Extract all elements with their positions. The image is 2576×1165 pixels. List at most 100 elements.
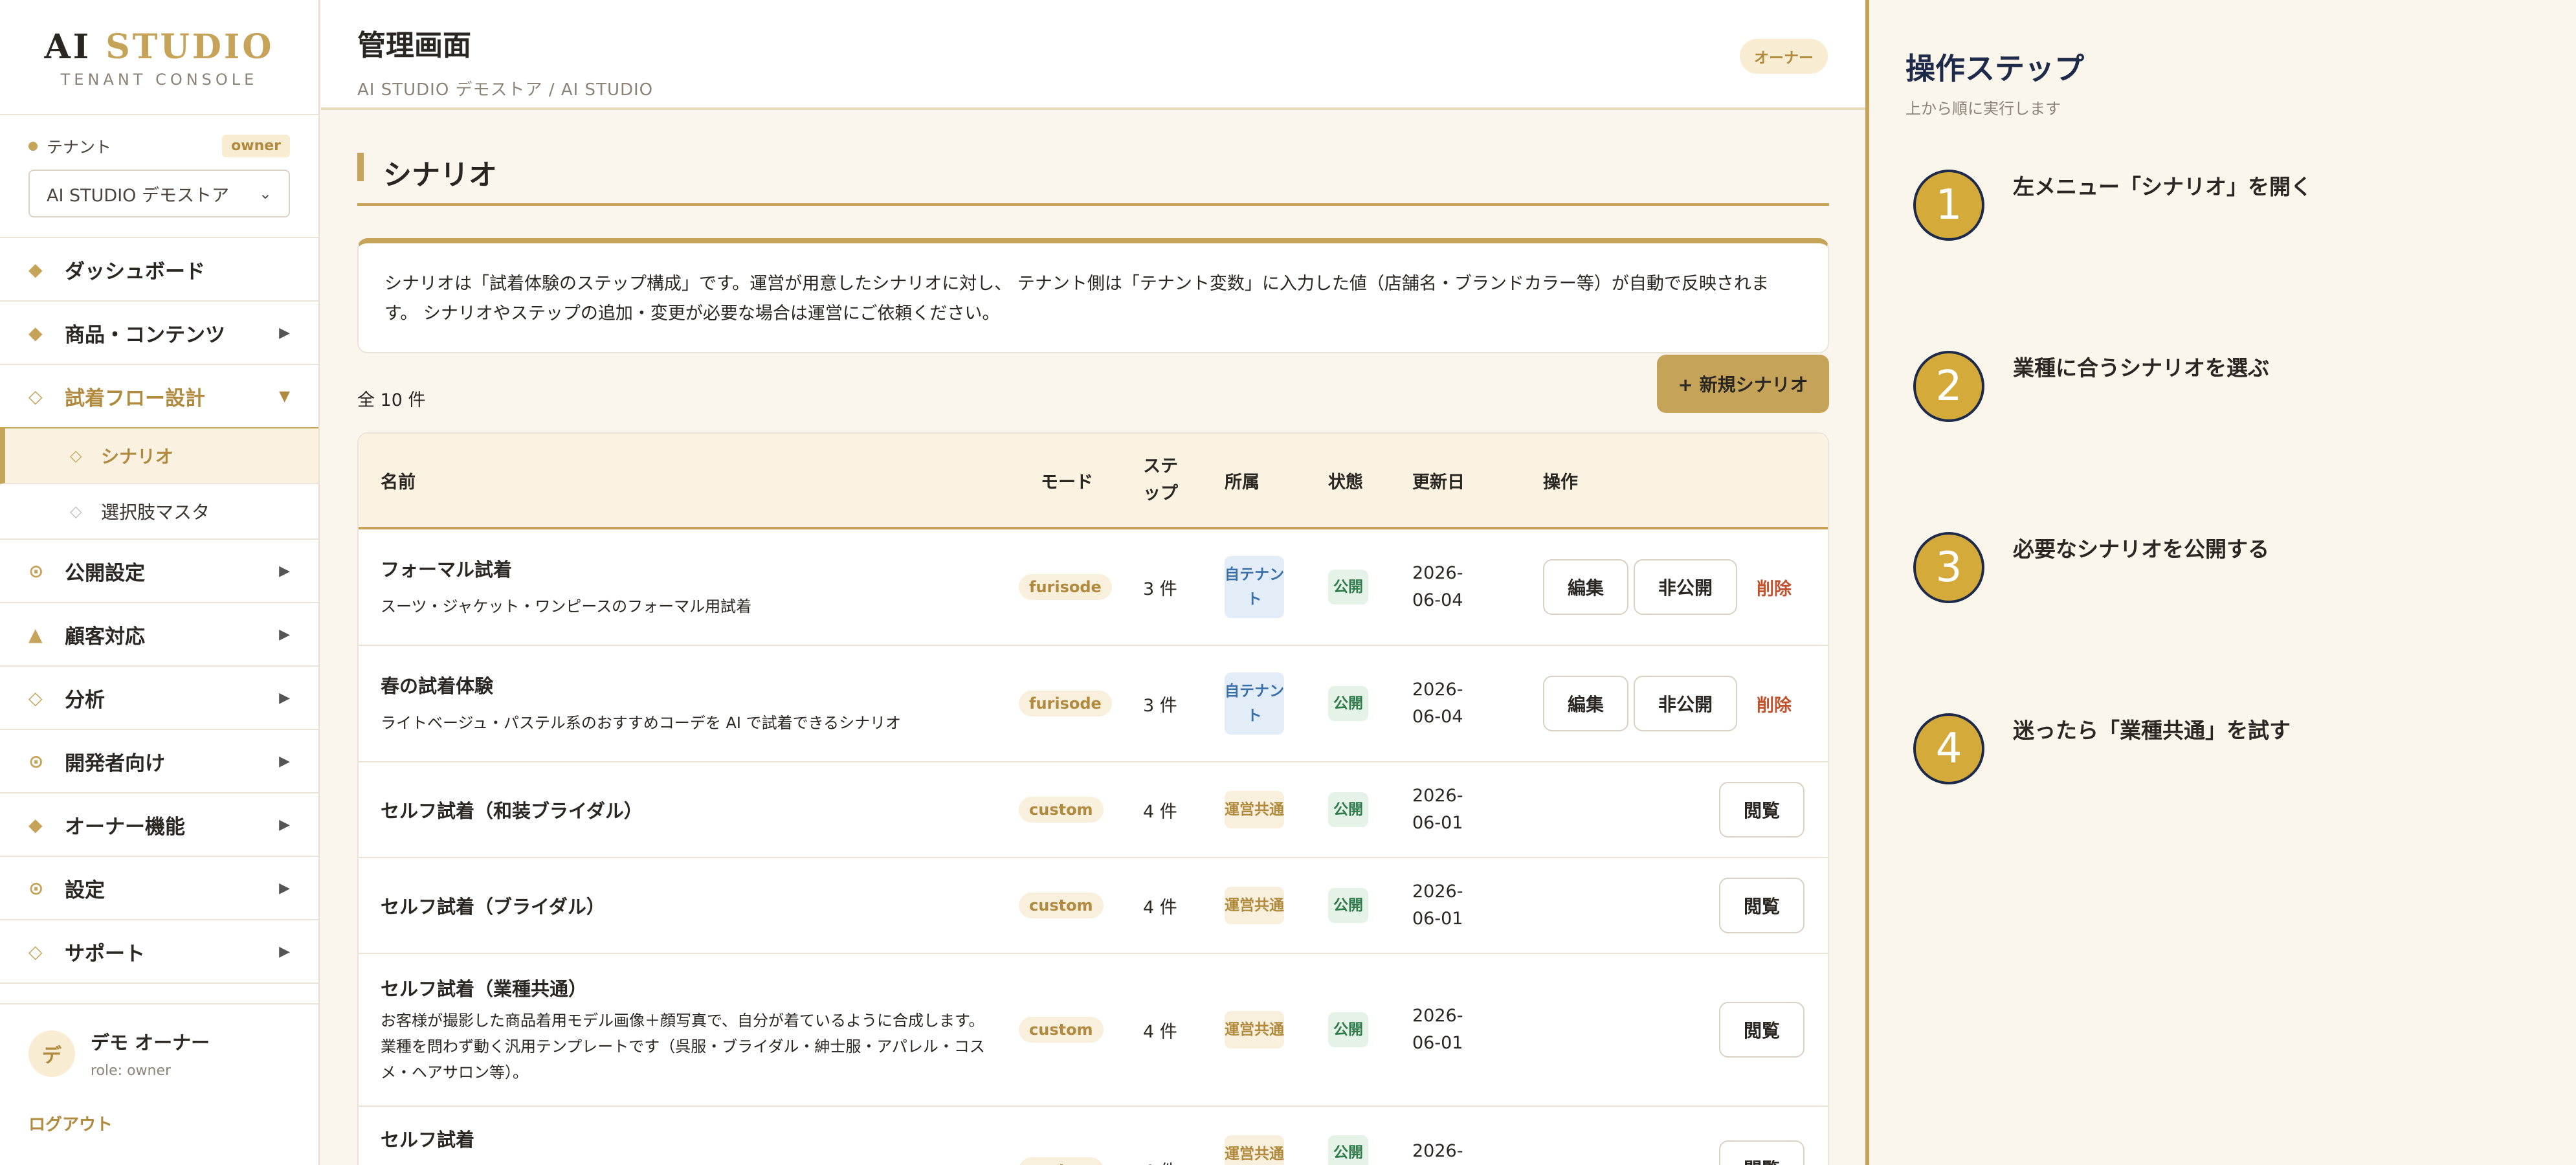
row-desc: スーツ・ジャケット・ワンピースのフォーマル用試着 <box>381 597 752 616</box>
nav-products-label: 商品・コンテンツ <box>65 323 225 347</box>
expand-arrow-icon: ▶ <box>279 689 290 706</box>
nav-support[interactable]: ◇ サポート ▶ <box>0 920 318 984</box>
step-count: 3 件 <box>1143 695 1177 716</box>
step-text: 業種に合うシナリオを選ぶ <box>2013 355 2269 381</box>
step-count: 4 件 <box>1143 801 1177 822</box>
circle-dot-icon: ⊙ <box>28 560 44 582</box>
user-row: デ デモ オーナー role: owner <box>28 1028 290 1079</box>
table-row: 春の試着体験 ライトベージュ・パステル系のおすすめコーデを AI で試着できるシ… <box>359 646 1828 762</box>
col-updated[interactable]: 更新日 <box>1412 468 1521 493</box>
step-text: 必要なシナリオを公開する <box>2013 537 2269 562</box>
status-badge: 公開 <box>1328 686 1368 721</box>
section-header: シナリオ <box>357 151 1829 206</box>
owner-badge: 運営共通 <box>1225 791 1284 828</box>
nav-developers-label: 開発者向け <box>65 751 165 775</box>
col-steps[interactable]: ステップ <box>1143 453 1188 507</box>
mode-badge: furisode <box>1019 574 1112 600</box>
view-button[interactable]: 閲覧 <box>1719 1140 1804 1165</box>
expand-arrow-icon: ▶ <box>279 943 290 960</box>
step-number: 3 <box>1913 532 1984 603</box>
circle-dot-icon: ⊙ <box>28 750 44 772</box>
mode-badge: custom <box>1019 893 1104 918</box>
chevron-down-icon: ⌄ <box>258 184 272 203</box>
mode-badge: custom <box>1019 1157 1104 1165</box>
nav-analytics[interactable]: ◇ 分析 ▶ <box>0 667 318 730</box>
expand-arrow-icon: ▶ <box>279 626 290 643</box>
expand-arrow-icon: ▶ <box>279 880 290 896</box>
breadcrumb: AI STUDIO デモストア / AI STUDIO <box>357 80 654 100</box>
row-actions: 閲覧 <box>1521 782 1828 838</box>
view-button[interactable]: 閲覧 <box>1719 1002 1804 1058</box>
updated-date: 2026-06-01 <box>1412 1006 1463 1053</box>
brand-logo[interactable]: AI STUDIO <box>0 27 318 67</box>
nav-developers[interactable]: ⊙ 開発者向け ▶ <box>0 730 318 793</box>
topbar: 管理画面 AI STUDIO デモストア / AI STUDIO オーナー <box>321 0 1865 110</box>
step-item: 1 左メニュー「シナリオ」を開く <box>1913 170 2312 241</box>
triangle-icon: ▲ <box>28 623 43 645</box>
cell-name: セルフ試着（和装ブライダル） <box>359 796 1019 823</box>
nav-owner-features[interactable]: ◆ オーナー機能 ▶ <box>0 793 318 857</box>
brand: AI STUDIO TENANT CONSOLE <box>0 0 318 115</box>
nav-customers-label: 顧客対応 <box>65 625 145 649</box>
owner-badge: 運営共通 <box>1225 887 1284 924</box>
list-toolbar: 全 10 件 + 新規シナリオ <box>357 355 1829 432</box>
nav-sub-option-master-label: 選択肢マスタ <box>101 502 210 523</box>
col-name[interactable]: 名前 <box>359 468 1019 493</box>
tenant-select[interactable]: AI STUDIO デモストア ⌄ <box>28 170 290 217</box>
step-item: 4 迷ったら「業種共通」を試す <box>1913 713 2291 784</box>
row-name[interactable]: セルフ試着（和装ブライダル） <box>381 796 1019 823</box>
step-count: 4 件 <box>1143 1021 1177 1042</box>
table-row: セルフ試着 custom 4 件 運営共通 公開 2026- 閲覧 <box>359 1107 1828 1165</box>
new-scenario-button[interactable]: + 新規シナリオ <box>1657 355 1829 413</box>
nav-dashboard-label: ダッシュボード <box>65 260 205 283</box>
nav-customers[interactable]: ▲ 顧客対応 ▶ <box>0 603 318 667</box>
mode-badge: furisode <box>1019 691 1112 716</box>
view-button[interactable]: 閲覧 <box>1719 878 1804 933</box>
role-pill: オーナー <box>1740 39 1828 74</box>
row-name[interactable]: セルフ試着（ブライダル） <box>381 892 1019 919</box>
nav-sub-scenario[interactable]: ◇ シナリオ <box>0 428 318 484</box>
updated-date: 2026-06-01 <box>1412 786 1463 833</box>
expand-arrow-icon: ▶ <box>279 816 290 833</box>
step-text: 左メニュー「シナリオ」を開く <box>2013 174 2312 199</box>
delete-link[interactable]: 削除 <box>1757 575 1792 600</box>
nav-settings[interactable]: ⊙ 設定 ▶ <box>0 857 318 920</box>
user-role: role: owner <box>91 1063 172 1079</box>
diamond-outline-icon: ◇ <box>70 447 82 465</box>
diamond-filled-icon: ◆ <box>28 258 43 280</box>
view-button[interactable]: 閲覧 <box>1719 782 1804 838</box>
col-mode[interactable]: モード <box>1019 468 1143 493</box>
nav-owner-features-label: オーナー機能 <box>65 815 185 839</box>
edit-button[interactable]: 編集 <box>1543 559 1628 615</box>
nav-dashboard[interactable]: ◆ ダッシュボード <box>0 238 318 302</box>
nav-publish[interactable]: ⊙ 公開設定 ▶ <box>0 540 318 603</box>
user-name: デモ オーナー <box>91 1032 210 1054</box>
owner-badge: 運営共通 <box>1225 1011 1284 1048</box>
info-card: シナリオは「試着体験のステップ構成」です。運営が用意したシナリオに対し、 テナン… <box>357 238 1829 353</box>
expand-arrow-icon: ▶ <box>279 753 290 770</box>
row-name[interactable]: セルフ試着（業種共通） <box>381 974 999 1001</box>
nav-sub-option-master[interactable]: ◇ 選択肢マスタ <box>0 484 318 540</box>
table-row: セルフ試着（和装ブライダル） custom 4 件 運営共通 公開 2026-0… <box>359 762 1828 858</box>
nav-flow[interactable]: ◇ 試着フロー設計 ▼ <box>0 365 318 428</box>
nav-flow-label: 試着フロー設計 <box>65 386 205 410</box>
unpublish-button[interactable]: 非公開 <box>1634 676 1737 731</box>
logout-link[interactable]: ログアウト <box>28 1111 290 1135</box>
brand-studio: STUDIO <box>105 27 274 67</box>
row-name[interactable]: フォーマル試着 <box>381 555 1019 582</box>
row-desc: ライトベージュ・パステル系のおすすめコーデを AI で試着できるシナリオ <box>381 714 902 732</box>
edit-button[interactable]: 編集 <box>1543 676 1628 731</box>
brand-subtitle: TENANT CONSOLE <box>60 71 258 89</box>
col-status[interactable]: 状態 <box>1328 468 1412 493</box>
tenant-dot-icon <box>28 142 38 151</box>
unpublish-button[interactable]: 非公開 <box>1634 559 1737 615</box>
row-name[interactable]: セルフ試着 <box>381 1125 1019 1152</box>
section-accent-bar <box>357 153 364 181</box>
col-owner[interactable]: 所属 <box>1225 468 1328 493</box>
step-number: 1 <box>1913 170 1984 241</box>
row-name[interactable]: 春の試着体験 <box>381 671 1019 698</box>
nav-products[interactable]: ◆ 商品・コンテンツ ▶ <box>0 302 318 365</box>
table-row: フォーマル試着 スーツ・ジャケット・ワンピースのフォーマル用試着 furisod… <box>359 529 1828 646</box>
row-actions: 閲覧 <box>1521 1125 1828 1165</box>
delete-link[interactable]: 削除 <box>1757 691 1792 716</box>
